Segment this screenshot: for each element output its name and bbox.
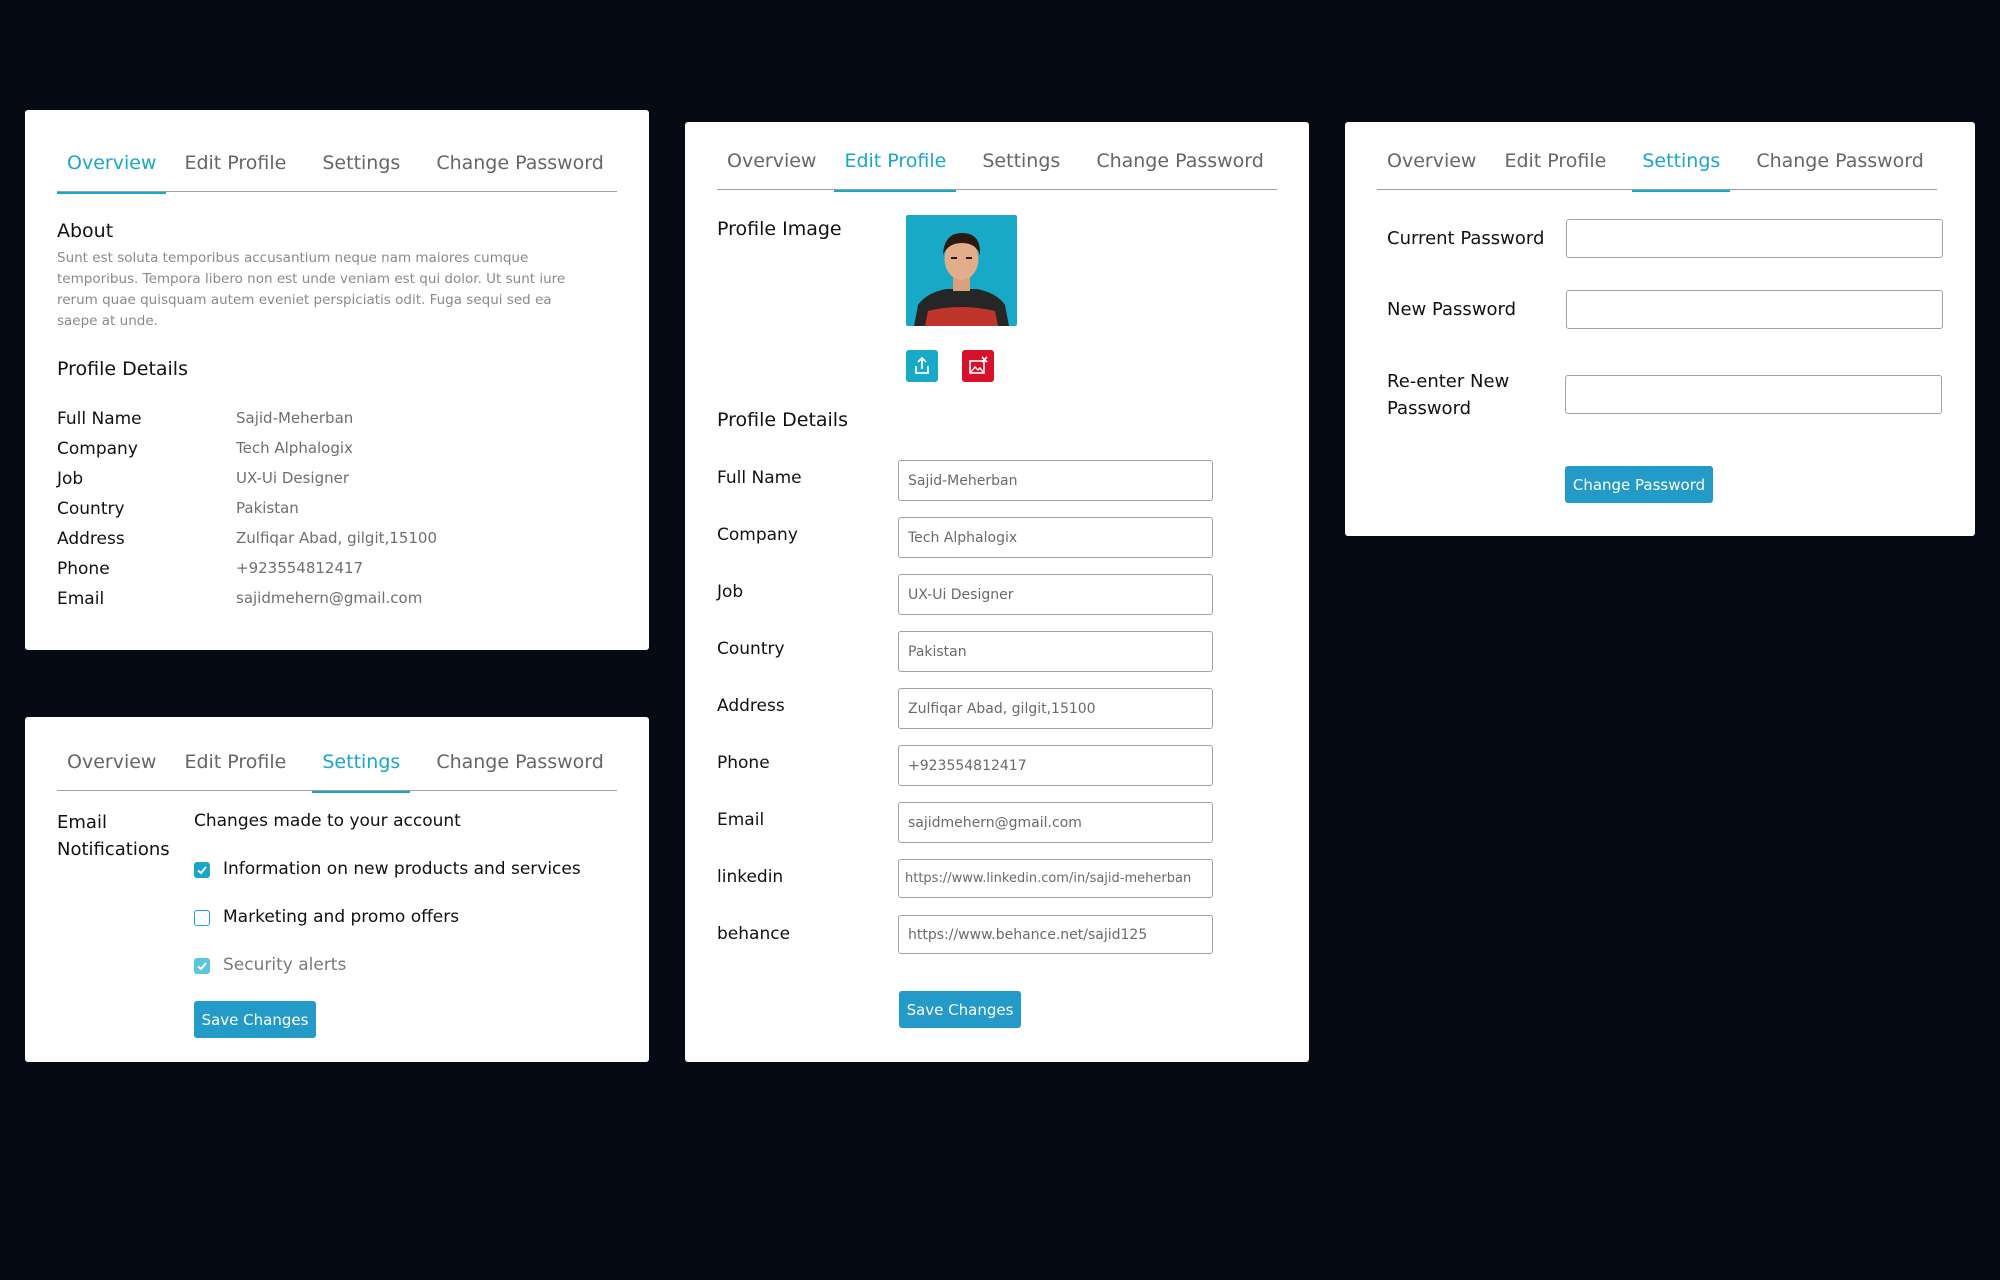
address-input[interactable] [898, 688, 1213, 729]
settings-card: Overview Edit Profile Settings Change Pa… [25, 717, 649, 1062]
tab-change-password[interactable]: Change Password [1086, 140, 1274, 190]
overview-card: Overview Edit Profile Settings Change Pa… [25, 110, 649, 650]
field-label: linkedin [717, 867, 784, 887]
new-password-input[interactable] [1566, 290, 1943, 329]
field-label: Phone [717, 753, 770, 773]
detail-label: Company [57, 439, 138, 459]
detail-label: Full Name [57, 409, 142, 429]
profile-details-heading: Profile Details [57, 358, 188, 380]
checkbox-security-alerts[interactable] [194, 958, 210, 974]
full-name-input[interactable] [898, 460, 1213, 501]
email-input[interactable] [898, 802, 1213, 843]
option-label: Marketing and promo offers [223, 907, 460, 927]
upload-icon [915, 356, 929, 374]
current-password-input[interactable] [1566, 219, 1943, 258]
remove-image-button[interactable] [962, 350, 994, 382]
about-text: Sunt est soluta temporibus accusantium n… [57, 250, 566, 329]
field-label: Email [717, 810, 765, 830]
current-password-label: Current Password [1387, 228, 1545, 249]
detail-label: Country [57, 499, 125, 519]
email-notifications-label: Email Notifications [57, 812, 170, 860]
tab-change-password[interactable]: Change Password [426, 741, 614, 791]
new-password-label: New Password [1387, 299, 1517, 320]
detail-value: +923554812417 [236, 559, 364, 577]
tab-edit-profile[interactable]: Edit Profile [1494, 140, 1616, 190]
tab-settings[interactable]: Settings [312, 142, 410, 192]
tab-edit-profile[interactable]: Edit Profile [834, 140, 957, 192]
change-password-card: Overview Edit Profile Settings Change Pa… [1345, 122, 1975, 536]
detail-label: Job [57, 469, 84, 489]
detail-value: Tech Alphalogix [236, 439, 353, 457]
detail-value: UX-Ui Designer [236, 469, 350, 487]
change-password-button[interactable]: Change Password [1565, 466, 1713, 503]
about-heading: About [57, 220, 114, 242]
reenter-password-input[interactable] [1565, 375, 1942, 414]
field-label: Full Name [717, 468, 802, 488]
option-label: Security alerts [223, 955, 347, 975]
tab-bar: Overview Edit Profile Settings Change Pa… [1377, 140, 1937, 192]
behance-input[interactable] [898, 915, 1213, 954]
job-input[interactable] [898, 574, 1213, 615]
tab-bar: Overview Edit Profile Settings Change Pa… [57, 741, 617, 793]
reenter-password-label: Re-enter New Password [1387, 371, 1510, 419]
detail-label: Email [57, 589, 105, 609]
profile-details-heading: Profile Details [717, 409, 848, 431]
profile-image-label: Profile Image [717, 218, 842, 240]
field-label: Job [717, 582, 744, 602]
tab-change-password[interactable]: Change Password [426, 142, 614, 192]
tab-overview[interactable]: Overview [57, 741, 166, 791]
detail-value: sajidmehern@gmail.com [236, 589, 423, 607]
checkbox-new-products[interactable] [194, 862, 210, 878]
field-label: Company [717, 525, 798, 545]
field-label: Address [717, 696, 785, 716]
checkbox-marketing[interactable] [194, 910, 210, 926]
upload-image-button[interactable] [906, 350, 938, 382]
company-input[interactable] [898, 517, 1213, 558]
tab-bar: Overview Edit Profile Settings Change Pa… [717, 140, 1277, 192]
changes-heading: Changes made to your account [194, 811, 461, 831]
save-changes-button[interactable]: Save Changes [899, 991, 1021, 1028]
tab-overview[interactable]: Overview [1377, 140, 1486, 190]
tab-edit-profile[interactable]: Edit Profile [174, 741, 296, 791]
tab-overview[interactable]: Overview [57, 142, 167, 194]
save-changes-button[interactable]: Save Changes [194, 1001, 316, 1038]
field-label: Country [717, 639, 785, 659]
profile-image [906, 215, 1017, 326]
phone-input[interactable] [898, 745, 1213, 786]
linkedin-input[interactable] [898, 859, 1213, 898]
edit-profile-card: Overview Edit Profile Settings Change Pa… [685, 122, 1309, 1062]
option-label: Information on new products and services [223, 859, 581, 879]
tab-edit-profile[interactable]: Edit Profile [174, 142, 296, 192]
tab-settings[interactable]: Settings [312, 741, 411, 793]
detail-label: Address [57, 529, 125, 549]
detail-value: Pakistan [236, 499, 299, 517]
detail-label: Phone [57, 559, 110, 579]
detail-value: Zulfiqar Abad, gilgit,15100 [236, 529, 437, 547]
country-input[interactable] [898, 631, 1213, 672]
tab-settings[interactable]: Settings [1632, 140, 1731, 192]
field-label: behance [717, 924, 791, 944]
avatar-icon [914, 233, 1009, 326]
remove-image-icon [969, 356, 988, 374]
tab-change-password[interactable]: Change Password [1746, 140, 1934, 190]
check-icon [197, 866, 207, 875]
tab-settings[interactable]: Settings [972, 140, 1070, 190]
check-icon [197, 962, 207, 971]
tab-overview[interactable]: Overview [717, 140, 826, 190]
detail-value: Sajid-Meherban [236, 409, 354, 427]
tab-bar: Overview Edit Profile Settings Change Pa… [57, 142, 617, 194]
